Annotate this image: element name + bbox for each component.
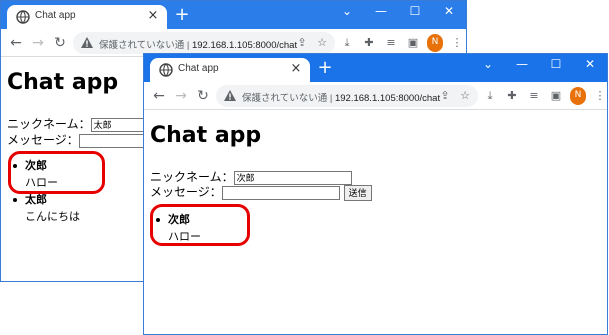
omnibox-actions: ⇪ ☆	[438, 88, 472, 104]
message-label: メッセージ：	[7, 133, 79, 147]
reload-icon[interactable]: ↻	[51, 34, 69, 52]
browser-window-front[interactable]: Chat app × + ⌄ — ☐ ✕ ← → ↻ 保護されていない通 | 1…	[143, 53, 608, 335]
security-label: 保護されていない通	[242, 93, 328, 104]
message-text: こんにちは	[25, 210, 80, 223]
download-icon[interactable]: ⤓	[482, 87, 498, 105]
page-title: Chat app	[7, 70, 119, 95]
highlight-box	[150, 204, 250, 246]
message-row: メッセージ： 送信	[150, 183, 372, 201]
tab-search-chevron-icon[interactable]: ⌄	[330, 1, 364, 23]
nickname-label: ニックネーム：	[150, 170, 234, 184]
bookmark-star-icon[interactable]: ☆	[458, 88, 472, 104]
browser-tab[interactable]: Chat app ×	[7, 5, 167, 29]
share-icon[interactable]: ⇪	[295, 35, 309, 51]
send-button[interactable]: 送信	[343, 184, 372, 201]
window-controls: ⌄ — ☐ ✕	[330, 1, 466, 29]
globe-icon	[159, 63, 173, 77]
warning-icon	[224, 90, 236, 101]
forward-arrow-icon[interactable]: →	[172, 87, 190, 105]
address-text: 保護されていない通 | 192.168.1.105:8000/chat	[242, 93, 441, 104]
message-input[interactable]	[221, 185, 340, 200]
list-item: 太郎 こんにちは	[1, 192, 80, 226]
reading-list-icon[interactable]: ≡	[383, 34, 399, 52]
close-window-icon[interactable]: ✕	[573, 54, 607, 76]
omnibox-actions: ⇪ ☆	[295, 35, 329, 51]
extensions-icon[interactable]: ✚	[361, 34, 377, 52]
bookmark-star-icon[interactable]: ☆	[315, 35, 329, 51]
profile-avatar[interactable]: N	[570, 87, 586, 105]
reading-list-icon[interactable]: ≡	[526, 87, 542, 105]
download-icon[interactable]: ⤓	[339, 34, 355, 52]
title-bar[interactable]: Chat app × + ⌄ — ☐ ✕	[144, 54, 607, 82]
close-window-icon[interactable]: ✕	[432, 1, 466, 23]
extensions-icon[interactable]: ✚	[504, 87, 520, 105]
highlight-box	[8, 151, 105, 194]
tab-close-icon[interactable]: ×	[145, 8, 161, 24]
globe-icon	[16, 10, 30, 24]
message-author: 太郎	[25, 193, 47, 206]
browser-tab[interactable]: Chat app ×	[150, 58, 310, 82]
maximize-icon[interactable]: ☐	[398, 1, 432, 23]
browser-toolbar: ← → ↻ 保護されていない通 | 192.168.1.105:8000/cha…	[144, 82, 607, 110]
window-controls: ⌄ — ☐ ✕	[471, 54, 607, 82]
message-row: メッセージ：	[7, 131, 159, 148]
new-tab-icon[interactable]: +	[316, 59, 334, 77]
new-tab-icon[interactable]: +	[173, 6, 191, 24]
back-arrow-icon[interactable]: ←	[7, 34, 25, 52]
address-bar[interactable]: 保護されていない通 | 192.168.1.105:8000/chat ⇪ ☆	[73, 32, 335, 54]
reload-icon[interactable]: ↻	[194, 87, 212, 105]
maximize-icon[interactable]: ☐	[539, 54, 573, 76]
tab-title: Chat app	[178, 63, 219, 74]
page-title: Chat app	[150, 123, 262, 148]
toolbar-icons: ⤓ ✚ ≡ ▣ N ⋮	[339, 34, 465, 52]
minimize-icon[interactable]: —	[364, 1, 398, 23]
desktop-stage: Chat app × + ⌄ — ☐ ✕ ← → ↻ 保護されていない通 | 1…	[0, 0, 609, 335]
side-panel-icon[interactable]: ▣	[548, 87, 564, 105]
menu-kebab-icon[interactable]: ⋮	[449, 34, 465, 52]
minimize-icon[interactable]: —	[505, 54, 539, 76]
back-arrow-icon[interactable]: ←	[150, 87, 168, 105]
toolbar-icons: ⤓ ✚ ≡ ▣ N ⋮	[482, 87, 607, 105]
warning-icon	[81, 37, 93, 48]
tab-close-icon[interactable]: ×	[288, 61, 304, 77]
menu-kebab-icon[interactable]: ⋮	[592, 87, 607, 105]
url-text: 192.168.1.105:8000/chat	[191, 40, 298, 51]
title-bar[interactable]: Chat app × + ⌄ — ☐ ✕	[1, 1, 466, 29]
side-panel-icon[interactable]: ▣	[405, 34, 421, 52]
nickname-label: ニックネーム：	[7, 117, 91, 131]
address-text: 保護されていない通 | 192.168.1.105:8000/chat	[99, 40, 298, 51]
nickname-row: ニックネーム：	[7, 115, 161, 132]
profile-avatar[interactable]: N	[427, 34, 443, 52]
share-icon[interactable]: ⇪	[438, 88, 452, 104]
message-label: メッセージ：	[150, 185, 222, 199]
tab-title: Chat app	[35, 10, 76, 21]
security-label: 保護されていない通	[99, 40, 185, 51]
url-text: 192.168.1.105:8000/chat	[334, 93, 441, 104]
forward-arrow-icon[interactable]: →	[29, 34, 47, 52]
address-bar[interactable]: 保護されていない通 | 192.168.1.105:8000/chat ⇪ ☆	[216, 85, 478, 107]
tab-search-chevron-icon[interactable]: ⌄	[471, 54, 505, 76]
